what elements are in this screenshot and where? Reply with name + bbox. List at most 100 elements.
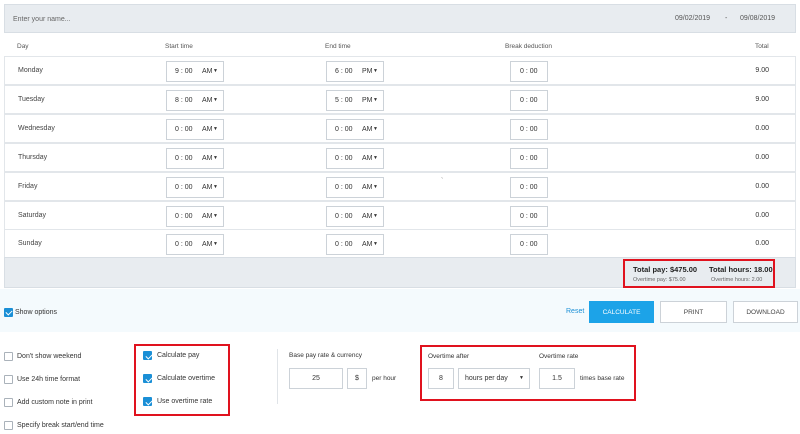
end-time-input[interactable]: 0 : 00 AM ▼ xyxy=(326,206,384,227)
start-ampm[interactable]: AM xyxy=(202,68,213,75)
end-time-input[interactable]: 0 : 00 AM ▼ xyxy=(326,148,384,169)
custom-note-label[interactable]: Add custom note in print xyxy=(17,399,93,406)
break-input[interactable]: 0 : 00 xyxy=(510,234,548,255)
custom-note-checkbox[interactable] xyxy=(4,398,13,407)
start-ampm[interactable]: AM xyxy=(202,97,213,104)
use-overtime-rate-label[interactable]: Use overtime rate xyxy=(157,398,212,405)
end-ampm[interactable]: AM xyxy=(362,241,373,248)
show-options-label[interactable]: Show options xyxy=(15,309,57,316)
end-ampm[interactable]: PM xyxy=(362,97,373,104)
start-time-input[interactable]: 0 : 00 AM ▼ xyxy=(166,177,224,198)
table-row: Saturday 0 : 00 AM ▼ 0 : 00 AM ▼ 0 : 00 0.00 xyxy=(4,201,796,230)
start-ampm[interactable]: AM xyxy=(202,126,213,133)
base-pay-input[interactable]: 25 xyxy=(289,368,343,389)
times-base-rate-label: times base rate xyxy=(580,375,625,382)
start-ampm[interactable]: AM xyxy=(202,184,213,191)
calculate-overtime-checkbox[interactable] xyxy=(143,374,152,383)
start-time-value: 0 : 00 xyxy=(175,213,193,220)
overtime-unit-select[interactable]: hours per day ▼ xyxy=(458,368,530,389)
dont-show-weekend-checkbox[interactable] xyxy=(4,352,13,361)
calculate-pay-label[interactable]: Calculate pay xyxy=(157,352,199,359)
end-time-value: 0 : 00 xyxy=(335,184,353,191)
end-ampm[interactable]: AM xyxy=(362,155,373,162)
break-input[interactable]: 0 : 00 xyxy=(510,148,548,169)
end-time-value: 5 : 00 xyxy=(335,97,353,104)
end-ampm[interactable]: PM xyxy=(362,68,373,75)
day-label: Tuesday xyxy=(18,96,45,103)
overtime-after-label: Overtime after xyxy=(428,353,470,360)
break-value: 0 : 00 xyxy=(520,155,538,162)
calculate-pay-checkbox[interactable] xyxy=(143,351,152,360)
currency-input[interactable]: $ xyxy=(347,368,367,389)
overtime-unit-value: hours per day xyxy=(465,375,508,382)
end-ampm[interactable]: AM xyxy=(362,184,373,191)
dont-show-weekend-label[interactable]: Don't show weekend xyxy=(17,353,81,360)
end-ampm[interactable]: AM xyxy=(362,126,373,133)
row-total: 0.00 xyxy=(755,212,769,219)
name-input[interactable] xyxy=(13,12,313,26)
download-button[interactable]: DOWNLOAD xyxy=(733,301,798,323)
show-options-checkbox[interactable] xyxy=(4,308,13,317)
break-value: 0 : 00 xyxy=(520,213,538,220)
break-start-end-label[interactable]: Specify break start/end time xyxy=(17,422,104,429)
overtime-hours: Overtime hours: 2.00 xyxy=(711,277,763,283)
end-time-input[interactable]: 0 : 00 AM ▼ xyxy=(326,119,384,140)
break-input[interactable]: 0 : 00 xyxy=(510,177,548,198)
base-pay-label: Base pay rate & currency xyxy=(289,352,362,359)
overtime-after-input[interactable]: 8 xyxy=(428,368,454,389)
end-time-value: 6 : 00 xyxy=(335,68,353,75)
overtime-rate-input[interactable]: 1.5 xyxy=(539,368,575,389)
print-button[interactable]: PRINT xyxy=(660,301,727,323)
use-overtime-rate-checkbox[interactable] xyxy=(143,397,152,406)
break-input[interactable]: 0 : 00 xyxy=(510,90,548,111)
total-hours: Total hours: 18.00 xyxy=(709,265,773,274)
start-time-input[interactable]: 8 : 00 AM ▼ xyxy=(166,90,224,111)
break-input[interactable]: 0 : 00 xyxy=(510,61,548,82)
end-time-input[interactable]: 6 : 00 PM ▼ xyxy=(326,61,384,82)
end-time-input[interactable]: 0 : 00 AM ▼ xyxy=(326,177,384,198)
end-time-value: 0 : 00 xyxy=(335,213,353,220)
end-time-input[interactable]: 0 : 00 AM ▼ xyxy=(326,234,384,255)
break-value: 0 : 00 xyxy=(520,241,538,248)
reset-link[interactable]: Reset xyxy=(566,308,584,315)
start-time-value: 9 : 00 xyxy=(175,68,193,75)
table-row: Friday 0 : 00 AM ▼ 0 : 00 AM ▼ ` 0 : 00 0.00 xyxy=(4,172,796,201)
table-row: Thursday 0 : 00 AM ▼ 0 : 00 AM ▼ 0 : 00 0.00 xyxy=(4,143,796,172)
start-ampm[interactable]: AM xyxy=(202,155,213,162)
start-time-input[interactable]: 9 : 00 AM ▼ xyxy=(166,61,224,82)
caret-down-icon: ▼ xyxy=(373,155,378,161)
break-value: 0 : 00 xyxy=(520,184,538,191)
end-time-value: 0 : 00 xyxy=(335,241,353,248)
end-ampm[interactable]: AM xyxy=(362,213,373,220)
date-from[interactable]: 09/02/2019 xyxy=(675,15,710,22)
calculate-button[interactable]: CALCULATE xyxy=(589,301,654,323)
break-start-end-checkbox[interactable] xyxy=(4,421,13,430)
end-time-value: 0 : 00 xyxy=(335,126,353,133)
start-time-input[interactable]: 0 : 00 AM ▼ xyxy=(166,119,224,140)
day-label: Monday xyxy=(18,67,43,74)
start-time-input[interactable]: 0 : 00 AM ▼ xyxy=(166,234,224,255)
use-24h-checkbox[interactable] xyxy=(4,375,13,384)
total-pay: Total pay: $475.00 xyxy=(633,265,698,274)
start-ampm[interactable]: AM xyxy=(202,213,213,220)
caret-down-icon: ▼ xyxy=(213,68,218,74)
start-time-input[interactable]: 0 : 00 AM ▼ xyxy=(166,206,224,227)
use-24h-label[interactable]: Use 24h time format xyxy=(17,376,80,383)
row-total: 0.00 xyxy=(755,183,769,190)
start-time-input[interactable]: 0 : 00 AM ▼ xyxy=(166,148,224,169)
caret-down-icon: ▼ xyxy=(373,68,378,74)
column-header-end: End time xyxy=(325,43,351,50)
row-total: 0.00 xyxy=(755,154,769,161)
break-input[interactable]: 0 : 00 xyxy=(510,119,548,140)
row-total: 0.00 xyxy=(755,125,769,132)
end-time-input[interactable]: 5 : 00 PM ▼ xyxy=(326,90,384,111)
calculate-overtime-label[interactable]: Calculate overtime xyxy=(157,375,215,382)
date-to[interactable]: 09/08/2019 xyxy=(740,15,775,22)
caret-down-icon: ▼ xyxy=(373,213,378,219)
caret-down-icon: ▼ xyxy=(373,184,378,190)
start-time-value: 0 : 00 xyxy=(175,155,193,162)
table-row: Wednesday 0 : 00 AM ▼ 0 : 00 AM ▼ 0 : 00 0.0… xyxy=(4,114,796,143)
divider xyxy=(277,349,278,404)
break-input[interactable]: 0 : 00 xyxy=(510,206,548,227)
start-ampm[interactable]: AM xyxy=(202,241,213,248)
